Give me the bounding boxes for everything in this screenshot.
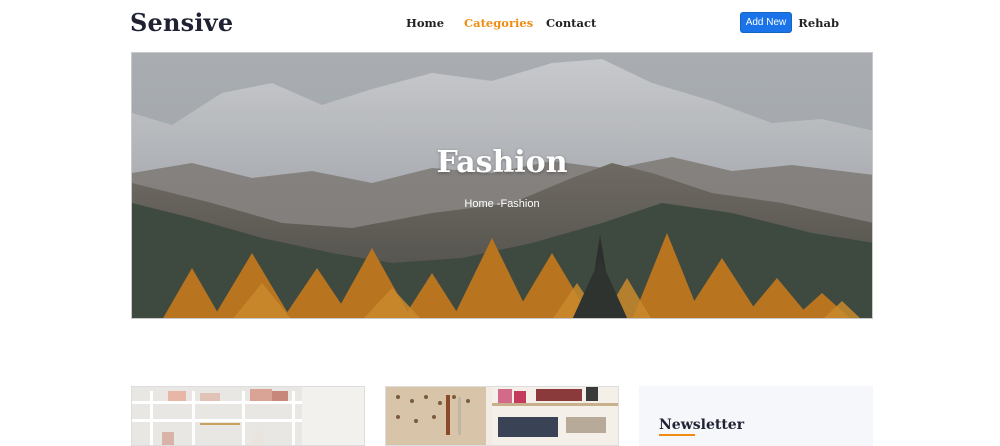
page-title: Fashion — [436, 145, 568, 180]
post-thumbnail-1[interactable] — [131, 386, 365, 446]
newsletter-title: Newsletter — [659, 417, 745, 433]
boutique-image — [386, 387, 618, 445]
breadcrumb: Home -Fashion — [132, 198, 872, 210]
main-nav: Home Categories Contact — [406, 16, 626, 30]
hero-banner: Fashion Home -Fashion — [131, 52, 873, 319]
user-name[interactable]: Rehab — [798, 16, 839, 30]
newsletter-widget: Newsletter — [639, 386, 873, 446]
add-new-button[interactable]: Add New — [739, 12, 793, 33]
site-logo[interactable]: Sensive — [130, 8, 233, 37]
breadcrumb-current: Fashion — [500, 198, 540, 210]
user-area: Add New Rehab — [739, 12, 839, 33]
post-thumbnail-2[interactable] — [385, 386, 619, 446]
nav-home[interactable]: Home — [406, 16, 444, 30]
breadcrumb-home-link[interactable]: Home — [464, 198, 493, 210]
mountain-landscape-image — [132, 53, 872, 318]
nav-contact[interactable]: Contact — [546, 16, 596, 30]
nav-categories[interactable]: Categories — [464, 16, 533, 30]
site-header: Sensive Home Categories Contact Add New … — [0, 0, 1000, 48]
title-underline — [659, 434, 695, 436]
closet-image — [132, 387, 364, 445]
